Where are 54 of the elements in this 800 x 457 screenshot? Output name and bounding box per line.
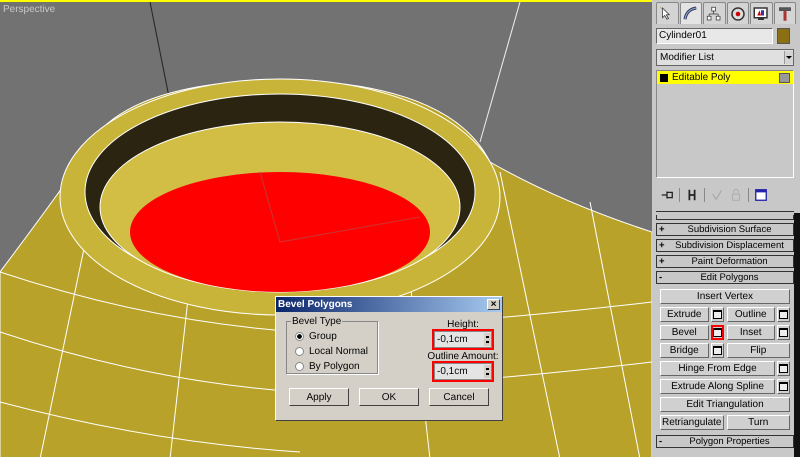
modifier-button[interactable]: Hinge From Edge (660, 361, 775, 376)
rollout-header[interactable]: - Edit Polygons (656, 271, 794, 284)
field-label: Height: (447, 319, 479, 331)
modifier-button[interactable]: Extrude (660, 307, 708, 322)
dialog-button[interactable]: OK (359, 388, 419, 406)
check-icon[interactable] (710, 188, 724, 202)
window-icon[interactable] (754, 188, 768, 202)
stack-item[interactable]: Editable Poly (657, 71, 793, 84)
command-tab[interactable] (750, 2, 772, 24)
modifier-button[interactable]: Inset (726, 325, 775, 340)
dialog-title-bar: Bevel Polygons × (276, 297, 502, 312)
spinner-field[interactable]: -0,1cm (434, 363, 492, 380)
radio-button[interactable] (295, 332, 304, 341)
dialog-button[interactable]: Cancel (429, 388, 489, 406)
field-label: Outline Amount: (427, 351, 499, 363)
toggle-icon (779, 72, 790, 82)
close-button[interactable]: × (487, 299, 500, 310)
spinner-arrows-icon (484, 333, 491, 346)
modifier-button[interactable]: Turn (726, 415, 790, 430)
wheel-icon (728, 4, 747, 22)
object-color-swatch[interactable] (777, 28, 790, 44)
modifier-button[interactable]: Edit Triangulation (660, 397, 790, 412)
settings-button[interactable] (710, 325, 724, 340)
dialog-button[interactable]: Apply (289, 388, 349, 406)
modifier-list-dropdown[interactable]: Modifier List (656, 49, 794, 66)
radio-button[interactable] (295, 347, 304, 356)
radio-label: Group (309, 331, 337, 342)
modifier-button[interactable]: Retriangulate (660, 415, 724, 430)
modifier-button[interactable]: Insert Vertex (660, 289, 790, 304)
rollout-header[interactable]: - Polygon Properties (656, 435, 794, 448)
command-tab[interactable] (680, 2, 702, 24)
spinner-field[interactable]: -0,1cm (434, 331, 492, 348)
modifier-button[interactable]: Extrude Along Spline (660, 379, 775, 394)
modifier-button[interactable]: Bridge (660, 343, 708, 358)
viewport-label: Perspective (3, 4, 56, 15)
rollout-header[interactable]: + Paint Deformation (656, 255, 794, 268)
monitor-icon (752, 4, 770, 22)
spinner-arrows-icon (484, 365, 491, 378)
rollout-header[interactable]: + Subdivision Surface (656, 223, 794, 236)
command-tab[interactable] (703, 2, 726, 24)
radio-button[interactable] (295, 362, 304, 371)
radio-label: By Polygon (309, 361, 360, 372)
command-tab[interactable] (726, 2, 749, 24)
command-tab[interactable] (656, 2, 678, 24)
scrollbar[interactable] (794, 213, 800, 457)
modifier-button[interactable]: Flip (726, 343, 790, 358)
object-name-field[interactable]: Cylinder01 (656, 28, 773, 44)
group-title: Bevel Type (291, 316, 342, 327)
hierarchy-icon (705, 4, 724, 22)
expand-icon (660, 74, 668, 82)
modifier-button[interactable]: Outline (726, 307, 775, 322)
modifier-button[interactable]: Bevel (660, 325, 708, 340)
radio-label: Local Normal (309, 346, 368, 357)
rollout-header[interactable]: + Subdivision Displacement (656, 239, 794, 252)
